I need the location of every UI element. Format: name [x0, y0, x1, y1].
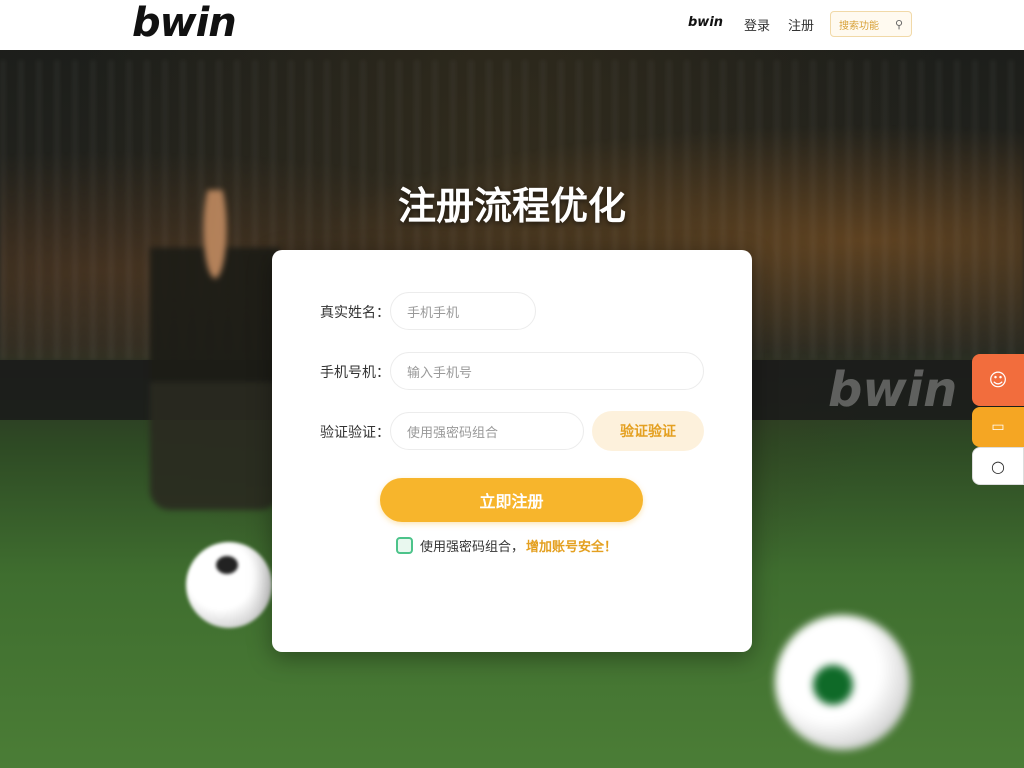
search-icon: ⚲ — [894, 17, 903, 31]
nav-login-link[interactable]: 登录 — [744, 15, 770, 34]
password-tip: 使用强密码组合， 增加账号安全！ — [396, 536, 617, 555]
name-input[interactable]: 手机手机 — [390, 292, 536, 330]
brand-logo[interactable]: bwin — [132, 0, 237, 46]
phone-label: 手机号机： — [320, 365, 390, 381]
circle-icon[interactable]: ○ — [972, 447, 1024, 485]
search-box[interactable]: 搜索功能 ⚲ — [830, 11, 912, 37]
phone-placeholder: 输入手机号 — [407, 365, 473, 381]
message-icon[interactable]: ▭ — [972, 407, 1024, 447]
football-left — [186, 542, 272, 628]
tip-text: 使用强密码组合， — [420, 540, 525, 555]
search-placeholder: 搜索功能 — [839, 20, 879, 32]
get-code-button[interactable]: 验证验证 — [592, 411, 704, 451]
advertising-board-text: bwin — [828, 362, 958, 418]
chat-icon[interactable]: ☺ — [972, 354, 1024, 406]
top-header: bwin bwin 登录 注册 搜索功能 ⚲ — [0, 0, 1024, 50]
nav-register-link[interactable]: 注册 — [788, 15, 814, 34]
nav-brand-link[interactable]: bwin — [688, 15, 723, 30]
code-placeholder: 使用强密码组合 — [407, 425, 499, 441]
player-figure — [150, 190, 280, 510]
register-button[interactable]: 立即注册 — [380, 478, 643, 522]
registration-card: 真实姓名： 手机手机 手机号机： 输入手机号 验证验证： 使用强密码组合 验证验… — [272, 250, 752, 652]
page-title: 注册流程优化 — [397, 184, 626, 228]
code-label: 验证验证： — [320, 425, 390, 441]
agree-checkbox[interactable] — [396, 537, 413, 554]
tip-highlight: 增加账号安全！ — [526, 540, 618, 555]
name-label: 真实姓名： — [320, 305, 390, 321]
football-right — [775, 615, 910, 750]
name-placeholder: 手机手机 — [407, 305, 460, 321]
phone-input[interactable]: 输入手机号 — [390, 352, 704, 390]
code-input[interactable]: 使用强密码组合 — [390, 412, 584, 450]
